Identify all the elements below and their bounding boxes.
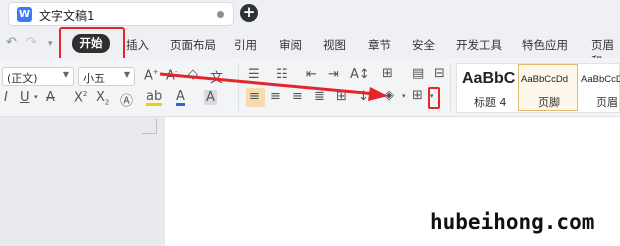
tab-special[interactable]: 特色应用 xyxy=(522,37,568,53)
phonetic-guide-icon[interactable]: 文 xyxy=(210,67,223,86)
align-left-icon: ≡ xyxy=(249,89,260,104)
new-tab-button[interactable]: + xyxy=(240,4,258,22)
font-size-select[interactable]: 小五 ▼ xyxy=(78,67,135,86)
style-heading4-sample[interactable]: AaBbC xyxy=(462,70,515,88)
shrink-font-icon[interactable]: A- xyxy=(166,68,177,83)
show-marks-icon[interactable]: ⊞ xyxy=(382,66,393,81)
distributed-icon[interactable]: ⊞ xyxy=(336,89,347,104)
tab-section[interactable]: 章节 xyxy=(368,37,391,53)
align-right-icon[interactable]: ≡ xyxy=(292,89,303,104)
tab-page-layout[interactable]: 页面布局 xyxy=(170,37,216,53)
unsaved-dot-icon[interactable] xyxy=(217,11,224,18)
underline-icon[interactable]: U xyxy=(20,90,30,105)
writer-doc-icon: W xyxy=(17,7,32,22)
grow-font-icon[interactable]: A+ xyxy=(144,68,159,83)
tab-review[interactable]: 审阅 xyxy=(279,37,302,53)
redo-icon[interactable]: ↷ xyxy=(26,35,37,50)
tab-references[interactable]: 引用 xyxy=(234,37,257,53)
document-background xyxy=(0,117,165,246)
tab-security[interactable]: 安全 xyxy=(412,37,435,53)
justify-icon[interactable]: ≣ xyxy=(314,89,325,104)
undo-icon[interactable]: ↶ xyxy=(6,35,17,50)
style-footer-sample[interactable]: AaBbCcDd xyxy=(521,74,568,85)
style-header-sample[interactable]: AaBbCcD xyxy=(581,74,620,85)
document-tab[interactable]: W 文字文稿1 xyxy=(8,2,234,26)
clear-format-icon[interactable]: ◇ xyxy=(188,67,198,82)
chevron-down-icon[interactable]: ▾ xyxy=(34,93,38,101)
margin-corner-mark xyxy=(142,119,157,134)
paragraph-dialog-icon[interactable]: ⊟ xyxy=(434,66,445,81)
increase-indent-icon[interactable]: ⇥ xyxy=(328,67,339,82)
style-header-name: 页眉 xyxy=(596,96,618,109)
chevron-down-icon[interactable]: ▾ xyxy=(402,92,406,100)
highlight-borders-dropdown xyxy=(428,87,440,109)
tab-view[interactable]: 视图 xyxy=(323,37,346,53)
style-footer-name: 页脚 xyxy=(538,96,560,109)
site-watermark: hubeihong.com xyxy=(430,210,595,234)
font-size-value: 小五 xyxy=(83,72,105,85)
subscript-icon[interactable]: X2 xyxy=(96,90,109,107)
shading-icon[interactable]: ◈ xyxy=(384,88,394,103)
sort-icon[interactable]: ▤ xyxy=(412,66,424,81)
chevron-down-icon: ▼ xyxy=(62,70,69,79)
customize-chevron-icon[interactable]: ▾ xyxy=(48,39,53,49)
divider xyxy=(238,63,239,111)
superscript-icon[interactable]: X2 xyxy=(74,90,87,105)
font-color-icon[interactable]: A xyxy=(176,90,185,106)
chevron-down-icon: ▼ xyxy=(123,70,130,79)
tab-insert[interactable]: 插入 xyxy=(126,37,149,53)
numbered-list-icon[interactable]: ☷ xyxy=(276,67,288,82)
borders-icon[interactable]: ⊞ xyxy=(412,88,423,103)
tab-developer[interactable]: 开发工具 xyxy=(456,37,502,53)
divider xyxy=(450,63,451,111)
font-name-value: (正文) xyxy=(7,72,38,85)
strikethrough-icon[interactable]: A xyxy=(46,90,55,105)
italic-icon[interactable]: I xyxy=(4,90,8,105)
bullet-list-icon[interactable]: ☰ xyxy=(248,67,260,82)
decrease-indent-icon[interactable]: ⇤ xyxy=(306,67,317,82)
chinese-layout-icon[interactable]: A↕ xyxy=(350,67,370,82)
font-name-select[interactable]: (正文) ▼ xyxy=(2,67,74,86)
line-spacing-icon[interactable]: ↕ xyxy=(358,89,369,104)
text-effect-icon[interactable]: Ⓐ xyxy=(120,90,133,109)
document-tab-title: 文字文稿1 xyxy=(39,9,95,23)
highlight-color-icon[interactable]: ab xyxy=(146,90,163,106)
align-center-icon[interactable]: ≡ xyxy=(270,89,281,104)
char-shading-icon[interactable]: A xyxy=(204,90,217,105)
style-heading4-name: 标题 4 xyxy=(474,96,507,109)
